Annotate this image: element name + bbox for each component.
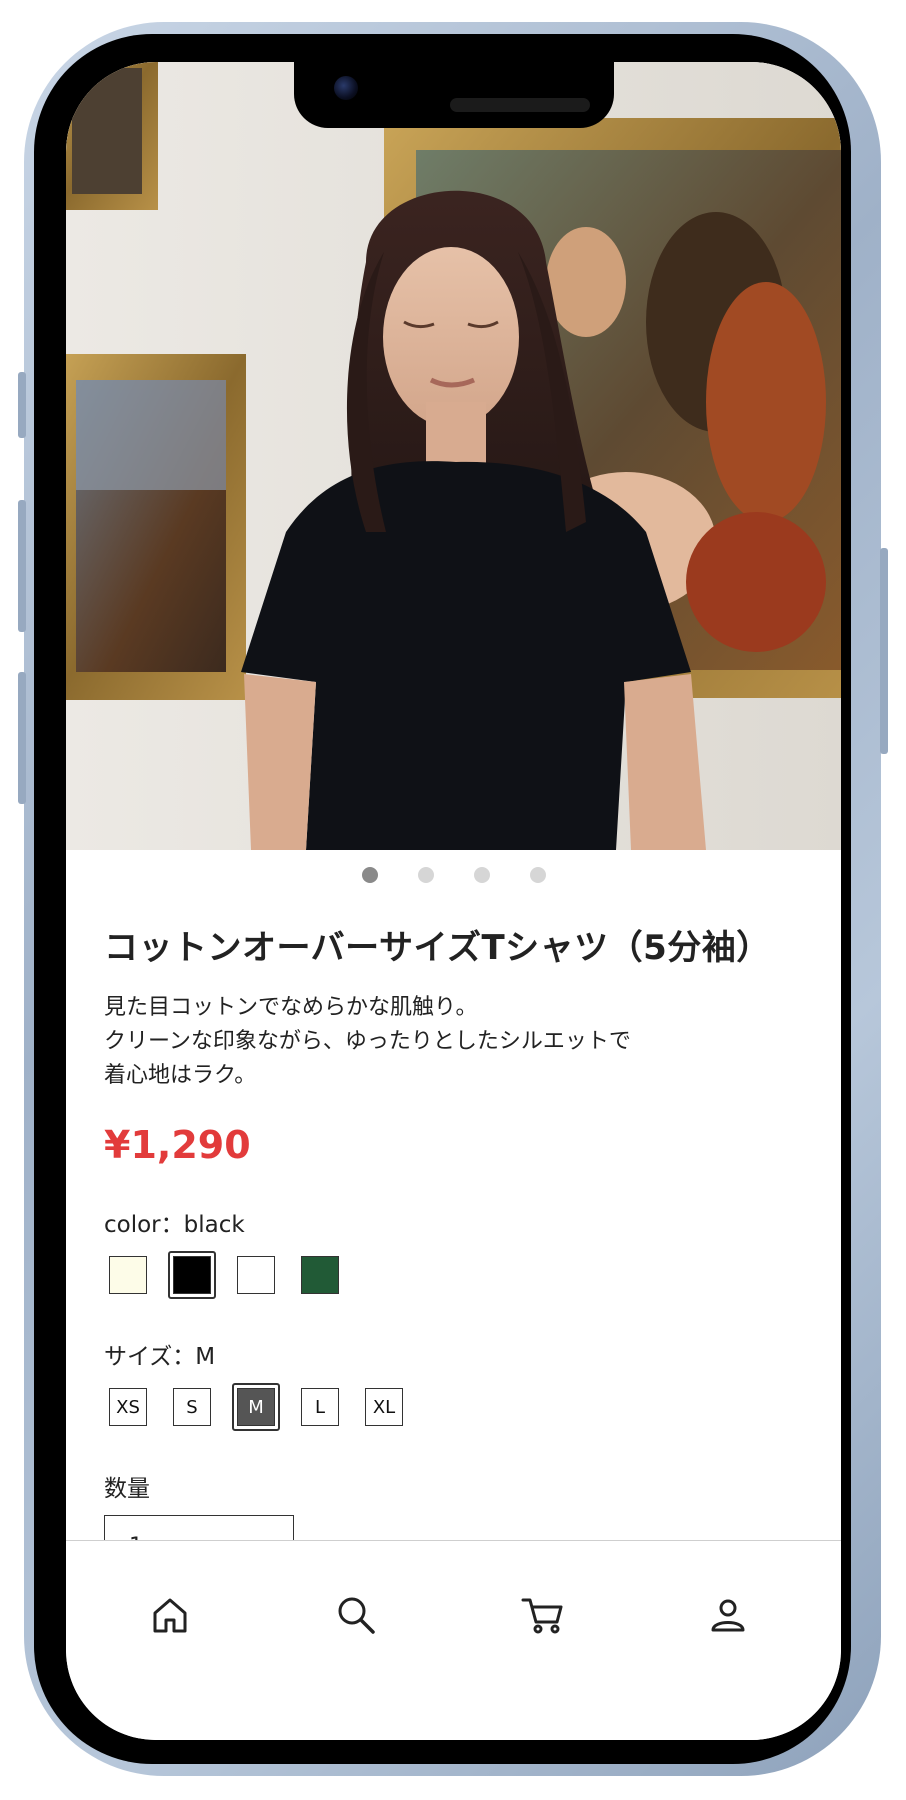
size-options: XS S M L XL xyxy=(104,1383,804,1431)
description-line: 見た目コットンでなめらかな肌触り。 xyxy=(104,995,478,1020)
silent-switch xyxy=(18,372,26,438)
carousel-dot[interactable] xyxy=(529,867,546,883)
notch xyxy=(294,62,614,128)
product-details: コットンオーバーサイズTシャツ（5分袖） 見た目コットンでなめらかな肌触り。 ク… xyxy=(104,920,804,1575)
product-price: ¥1,290 xyxy=(104,1123,251,1167)
volume-up-button xyxy=(18,500,26,632)
size-option-l[interactable]: L xyxy=(301,1388,339,1426)
color-swatch-black-wrap xyxy=(168,1251,216,1299)
carousel-dot[interactable] xyxy=(417,867,434,883)
size-option-m[interactable]: M xyxy=(237,1388,275,1426)
account-icon xyxy=(711,1599,745,1632)
cart-icon xyxy=(521,1598,563,1634)
carousel-dot[interactable] xyxy=(473,867,490,883)
earpiece-speaker xyxy=(450,98,590,112)
size-option-s[interactable]: S xyxy=(173,1388,211,1426)
volume-down-button xyxy=(18,672,26,804)
home-icon xyxy=(153,1598,187,1633)
color-swatch-cream-wrap xyxy=(104,1251,152,1299)
color-swatch-white-wrap xyxy=(232,1251,280,1299)
description-line: クリーンな印象ながら、ゆったりとしたシルエットで xyxy=(104,1029,631,1054)
description-line: 着心地はラク。 xyxy=(104,1063,257,1088)
screen: コットンオーバーサイズTシャツ（5分袖） 見た目コットンでなめらかな肌触り。 ク… xyxy=(66,62,841,1740)
nav-account[interactable] xyxy=(698,1585,758,1645)
product-description: 見た目コットンでなめらかな肌触り。 クリーンな印象ながら、ゆったりとしたシルエッ… xyxy=(104,991,804,1093)
bottom-navigation xyxy=(66,1540,841,1740)
nav-home[interactable] xyxy=(140,1585,200,1645)
color-swatch-black[interactable] xyxy=(173,1256,211,1294)
product-image[interactable] xyxy=(66,62,841,850)
search-icon xyxy=(338,1597,375,1634)
carousel-dot[interactable] xyxy=(361,867,378,883)
nav-search[interactable] xyxy=(326,1585,386,1645)
nav-cart[interactable] xyxy=(512,1585,572,1645)
color-swatch-white[interactable] xyxy=(237,1256,275,1294)
power-button xyxy=(880,548,888,754)
quantity-label: 数量 xyxy=(104,1476,150,1502)
size-option-xl[interactable]: XL xyxy=(365,1388,403,1426)
color-swatch-cream[interactable] xyxy=(109,1256,147,1294)
color-swatch-green[interactable] xyxy=(301,1256,339,1294)
color-swatches xyxy=(104,1251,804,1299)
color-swatch-green-wrap xyxy=(296,1251,344,1299)
size-label: サイズ：M xyxy=(104,1344,216,1370)
front-camera xyxy=(334,76,358,100)
carousel-pagination[interactable] xyxy=(66,867,841,883)
product-title: コットンオーバーサイズTシャツ（5分袖） xyxy=(104,928,771,968)
color-label: color：black xyxy=(104,1212,245,1238)
size-option-xs[interactable]: XS xyxy=(109,1388,147,1426)
